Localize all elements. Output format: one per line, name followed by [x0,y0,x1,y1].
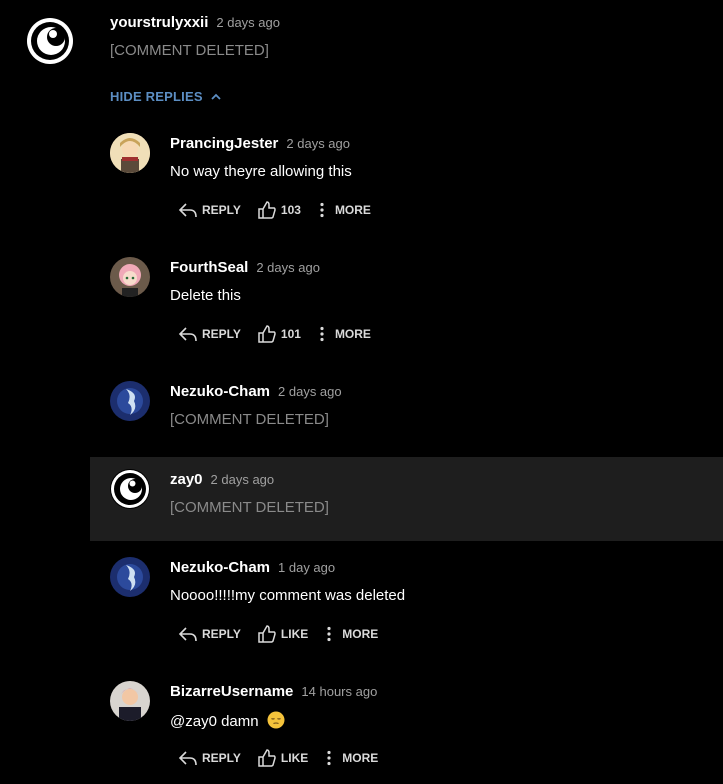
hide-replies-button[interactable]: HIDE REPLIES [110,89,223,104]
comment-header: Nezuko-Cham 2 days ago [170,383,342,400]
comment-header: FourthSeal 2 days ago [170,259,320,276]
comment-text: [COMMENT DELETED] [170,411,329,428]
comment-actions: REPLY 103 MORE [178,199,371,221]
reply-label: REPLY [202,751,241,765]
thumbs-up-icon [258,749,276,767]
reply-label: REPLY [202,627,241,641]
like-button[interactable]: LIKE [257,624,308,644]
reply-icon [178,327,197,342]
user-avatar-icon [110,133,150,173]
thumbs-up-icon [258,625,276,643]
reply-button[interactable]: REPLY [178,201,241,219]
username[interactable]: BizarreUsername [170,683,293,700]
more-button[interactable]: MORE [326,626,378,642]
timestamp: 14 hours ago [301,684,378,699]
thumbs-up-icon [258,325,276,343]
like-label: LIKE [280,627,309,641]
comment-text: Delete this [170,287,241,304]
like-label: LIKE [280,751,309,765]
username[interactable]: FourthSeal [170,259,248,276]
reply-icon [178,627,197,642]
avatar[interactable] [110,681,150,721]
timestamp: 2 days ago [286,136,350,151]
more-label: MORE [334,327,371,341]
comment-actions: REPLY LIKE MORE [178,747,378,769]
comment-text: No way theyre allowing this [170,163,352,180]
timestamp: 2 days ago [278,384,342,399]
avatar[interactable] [110,257,150,297]
like-count: 101 [280,327,301,341]
reply-button[interactable]: REPLY [178,625,241,643]
thumbs-up-icon [258,201,276,219]
chevron-up-icon [211,93,221,100]
user-avatar-icon [110,381,150,421]
like-button[interactable]: LIKE [257,748,308,768]
more-vertical-icon [320,202,324,218]
hide-replies-label: HIDE REPLIES [110,89,203,104]
reply-button[interactable]: REPLY [178,325,241,343]
avatar[interactable] [110,557,150,597]
username[interactable]: Nezuko-Cham [170,559,270,576]
comment-actions: REPLY 101 MORE [178,323,371,345]
like-count: 103 [280,203,301,217]
crunchyroll-logo-icon [111,470,149,508]
crunchyroll-logo-avatar[interactable] [26,17,74,65]
user-avatar-icon [110,257,150,297]
username[interactable]: Nezuko-Cham [170,383,270,400]
comment-header: zay0 2 days ago [170,471,274,488]
reply-label: REPLY [202,203,241,217]
timestamp: 2 days ago [210,472,275,487]
avatar[interactable] [110,133,150,173]
more-button[interactable]: MORE [319,202,371,218]
pensive-face-icon [267,711,285,733]
comment-text: Noooo!!!!!my comment was deleted [170,587,406,604]
username[interactable]: yourstrulyxxii [110,14,208,31]
timestamp: 2 days ago [256,260,320,275]
avatar[interactable] [110,381,150,421]
more-button[interactable]: MORE [319,326,371,342]
comment-header: Nezuko-Cham 1 day ago [170,559,335,576]
username[interactable]: PrancingJester [170,135,278,152]
timestamp: 1 day ago [278,560,336,575]
comment-text: @zay0 damn [170,711,285,733]
comment-header: BizarreUsername 14 hours ago [170,683,377,700]
reply-icon [178,751,197,766]
avatar[interactable] [110,469,150,509]
more-vertical-icon [327,750,331,766]
user-avatar-icon [110,681,150,721]
comment-header: yourstrulyxxii 2 days ago [110,14,280,31]
reply-icon [178,203,197,218]
more-label: MORE [342,627,379,641]
more-label: MORE [342,751,379,765]
comment-header: PrancingJester 2 days ago [170,135,350,152]
username[interactable]: zay0 [170,471,203,488]
crunchyroll-logo-icon [27,18,73,64]
more-label: MORE [334,203,371,217]
more-button[interactable]: MORE [326,750,378,766]
reply-label: REPLY [202,327,241,341]
reply-button[interactable]: REPLY [178,749,241,767]
comment-text: [COMMENT DELETED] [170,499,329,516]
comment-text: [COMMENT DELETED] [110,42,269,59]
timestamp: 2 days ago [216,15,280,30]
more-vertical-icon [320,326,324,342]
like-button[interactable]: 103 [257,200,301,220]
user-avatar-icon [110,557,150,597]
comment-actions: REPLY LIKE MORE [178,623,378,645]
more-vertical-icon [327,626,331,642]
like-button[interactable]: 101 [257,324,301,344]
comment-text-content: @zay0 damn [170,713,259,730]
